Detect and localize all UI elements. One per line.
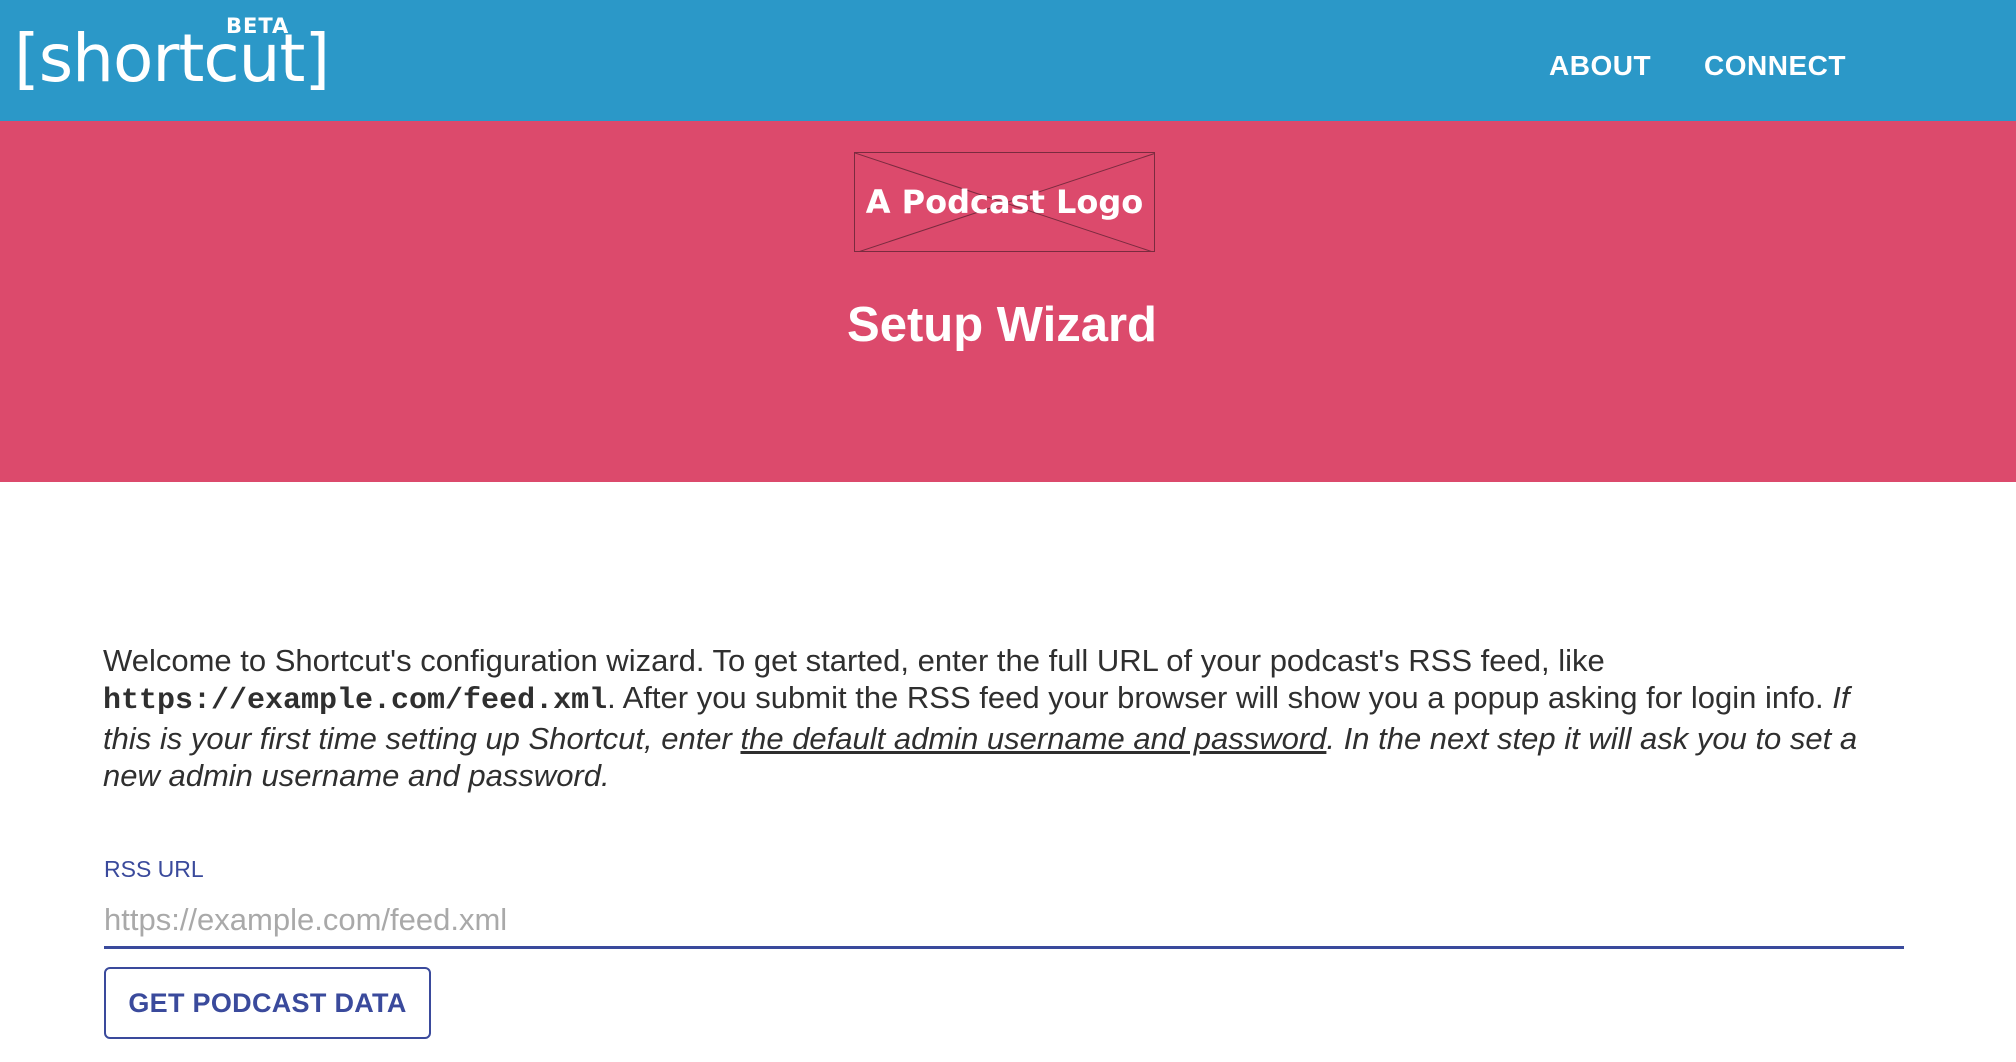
rss-url-label: RSS URL	[104, 856, 204, 882]
get-podcast-data-button[interactable]: GET PODCAST DATA	[104, 967, 431, 1039]
intro-text: Welcome to Shortcut's configuration wiza…	[103, 643, 1605, 678]
page-title: Setup Wizard	[847, 298, 1157, 352]
brand-logo[interactable]: [shortcut] BETA	[14, 12, 330, 112]
beta-badge: BETA	[226, 14, 290, 38]
hero-banner: A Podcast Logo Setup Wizard	[0, 121, 2016, 482]
example-url: https://example.com/feed.xml	[103, 684, 608, 718]
podcast-logo-text: A Podcast Logo	[865, 183, 1144, 221]
intro-paragraph: Welcome to Shortcut's configuration wiza…	[103, 642, 1903, 794]
intro-text-continued: . After you submit the RSS feed your bro…	[607, 680, 1833, 715]
top-navigation-bar: [shortcut] BETA ABOUT CONNECT	[0, 0, 2016, 121]
podcast-logo-placeholder: A Podcast Logo	[854, 152, 1155, 252]
nav-link-connect[interactable]: CONNECT	[1704, 50, 1846, 82]
default-credentials-link[interactable]: the default admin username and password	[740, 721, 1326, 756]
rss-url-input[interactable]	[104, 893, 1904, 949]
nav-link-about[interactable]: ABOUT	[1549, 50, 1651, 82]
